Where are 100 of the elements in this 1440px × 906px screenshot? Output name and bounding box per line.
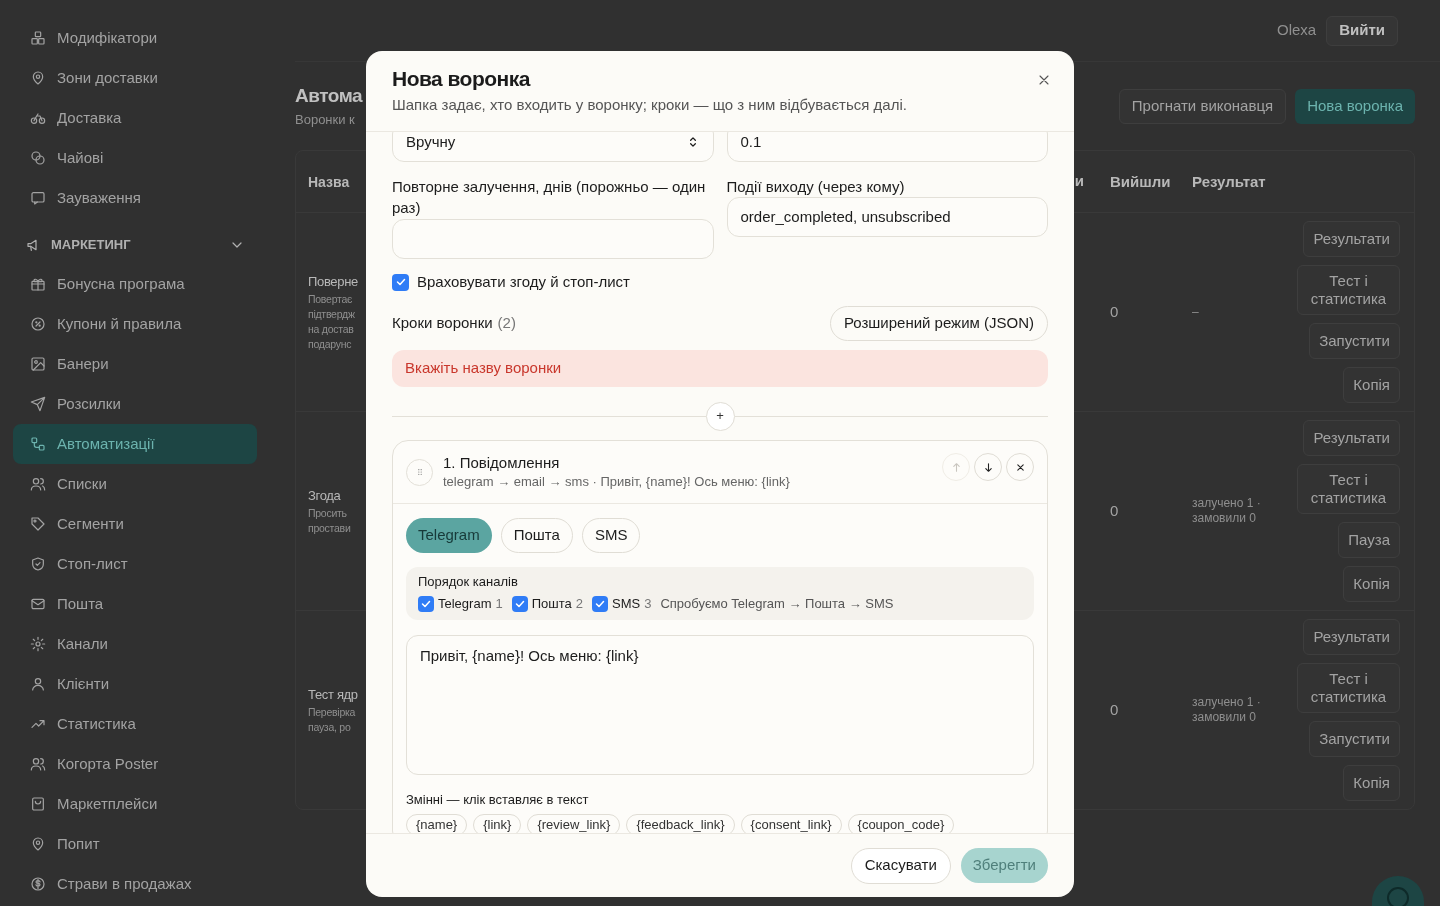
- sidebar-item[interactable]: Статистика: [13, 704, 257, 744]
- sidebar-item[interactable]: Сегменти: [13, 504, 257, 544]
- chat-button[interactable]: [1372, 876, 1424, 906]
- funnel-description: Перевірка: [308, 704, 356, 720]
- logout-button[interactable]: Вийти: [1326, 15, 1398, 46]
- run-button[interactable]: Прогнати виконавця: [1118, 88, 1287, 124]
- sidebar-item[interactable]: Пошта: [13, 584, 257, 624]
- sidebar-item[interactable]: Модифікатори: [13, 18, 257, 58]
- action-button[interactable]: Пауза: [1338, 522, 1400, 558]
- map-pin-icon: [30, 836, 46, 852]
- steps-heading: Кроки воронки: [392, 313, 493, 334]
- order-number: 3: [644, 595, 652, 613]
- step-title: 1. Повідомлення: [443, 453, 561, 473]
- order-summary: Спробуємо Telegram → Пошта → SMS: [660, 595, 894, 613]
- funnel-name: Поверне: [308, 273, 358, 292]
- section-header[interactable]: МАРКЕТИНГ: [13, 226, 257, 264]
- table-cell: 0: [1110, 502, 1119, 519]
- users-icon: [30, 756, 46, 772]
- chat-icon: [30, 190, 46, 206]
- action-button[interactable]: Тест і статистика: [1297, 265, 1400, 315]
- dollar-icon: [30, 876, 46, 892]
- cubes-icon: [30, 30, 46, 46]
- tag-icon: [30, 516, 46, 532]
- input-field[interactable]: 0.1: [726, 132, 1048, 162]
- panel-label: Порядок каналів: [418, 573, 519, 591]
- action-button[interactable]: Копія: [1343, 367, 1400, 403]
- checkbox[interactable]: [418, 595, 434, 612]
- action-button[interactable]: Копія: [1343, 566, 1400, 602]
- select-field[interactable]: Вручну: [392, 132, 714, 162]
- checkbox-label: Telegram: [438, 595, 492, 613]
- checkbox-label: Враховувати згоду й стоп-лист: [417, 271, 630, 292]
- channel-tab[interactable]: Telegram: [406, 518, 492, 553]
- sidebar-item[interactable]: Купони й правила: [13, 304, 257, 344]
- sidebar-item[interactable]: Зони доставки: [13, 58, 257, 98]
- action-button[interactable]: Результати: [1303, 221, 1400, 257]
- result-text: залучено 1 · замовили 0: [1192, 496, 1262, 526]
- cancel-button[interactable]: Скасувати: [850, 847, 951, 884]
- action-button[interactable]: Запустити: [1309, 721, 1400, 757]
- action-button[interactable]: Результати: [1303, 619, 1400, 655]
- sidebar-item[interactable]: Доставка: [13, 98, 257, 138]
- users-icon: [30, 476, 46, 492]
- step-summary: telegram → email → sms · Привіт, {name}! Ось меню: {link}: [443, 473, 791, 491]
- input-field[interactable]: order_completed, unsubscribed: [726, 197, 1048, 237]
- funnel-description: на достав: [308, 321, 354, 337]
- new-funnel-button[interactable]: Нова воронка: [1295, 88, 1415, 124]
- page-title: Автома: [295, 84, 363, 109]
- sidebar-item[interactable]: Зауваження: [13, 178, 257, 218]
- action-button[interactable]: Запустити: [1309, 323, 1400, 359]
- column-header: Назва: [308, 173, 350, 190]
- funnel-name: Згода: [308, 487, 341, 506]
- add-step-button[interactable]: +: [705, 401, 735, 431]
- sidebar-item[interactable]: Розсилки: [13, 384, 257, 424]
- variables-label: Змінні — клік вставляє в текст: [406, 790, 590, 809]
- sidebar-item[interactable]: Бонусна програма: [13, 264, 257, 304]
- checkbox-label: SMS: [612, 595, 641, 613]
- sidebar-item[interactable]: Клієнти: [13, 664, 257, 704]
- input-field[interactable]: [392, 219, 714, 259]
- checkbox[interactable]: [511, 595, 528, 612]
- sidebar-item[interactable]: Списки: [13, 464, 257, 504]
- field-label: Повторне залучення, днів (порожньо — один раз): [392, 177, 707, 218]
- user-name: Olexa: [1276, 20, 1317, 41]
- checkbox[interactable]: [592, 595, 608, 612]
- shopping-bag-icon: [30, 796, 46, 812]
- sidebar-item[interactable]: Автоматизації: [13, 424, 257, 464]
- map-pin-icon: [30, 70, 46, 86]
- sidebar-item[interactable]: Страви в продажах: [13, 864, 257, 904]
- gift-icon: [30, 276, 46, 292]
- mail-icon: [30, 596, 46, 612]
- table-cell: 0: [1110, 701, 1119, 718]
- checkbox[interactable]: [392, 273, 409, 291]
- image-icon: [30, 356, 46, 372]
- action-button[interactable]: Тест і статистика: [1297, 663, 1400, 713]
- funnel-description: Просить: [308, 505, 347, 521]
- sidebar-item[interactable]: Попит: [13, 824, 257, 864]
- coins-icon: [30, 150, 46, 166]
- checkbox-label: Пошта: [531, 595, 572, 613]
- paper-plane-icon: [30, 396, 46, 412]
- message-textarea[interactable]: Привіт, {name}! Ось меню: {link}: [406, 634, 1034, 775]
- funnel-description: пауза, ро: [308, 719, 351, 735]
- funnel-description: простави: [308, 520, 351, 536]
- action-button[interactable]: Копія: [1343, 765, 1400, 801]
- user-icon: [30, 676, 46, 692]
- action-button[interactable]: Тест і статистика: [1297, 464, 1400, 514]
- sidebar-item[interactable]: Стоп-лист: [13, 544, 257, 584]
- result-text: –: [1192, 304, 1200, 320]
- sidebar-item[interactable]: Канали: [13, 624, 257, 664]
- sidebar-item[interactable]: Банери: [13, 344, 257, 384]
- sidebar-item[interactable]: Когорта Poster: [13, 744, 257, 784]
- column-header: Вийшли: [1110, 172, 1171, 190]
- sidebar-item[interactable]: Маркетплейси: [13, 784, 257, 824]
- workflow-icon: [30, 436, 46, 452]
- order-number: 1: [495, 595, 503, 613]
- field-label: Події виходу (через кому): [726, 177, 906, 197]
- modal-subtitle: Шапка задає, хто входить у воронку; кроки — що з ним відбувається далі.: [392, 95, 907, 115]
- sidebar-item[interactable]: Чайові: [13, 138, 257, 178]
- result-text: залучено 1 · замовили 0: [1192, 695, 1262, 725]
- action-button[interactable]: Результати: [1303, 420, 1400, 456]
- funnel-description: Повертає: [308, 291, 353, 307]
- page-subtitle: Воронки к: [295, 111, 356, 130]
- modal-title: Нова воронка: [392, 66, 530, 92]
